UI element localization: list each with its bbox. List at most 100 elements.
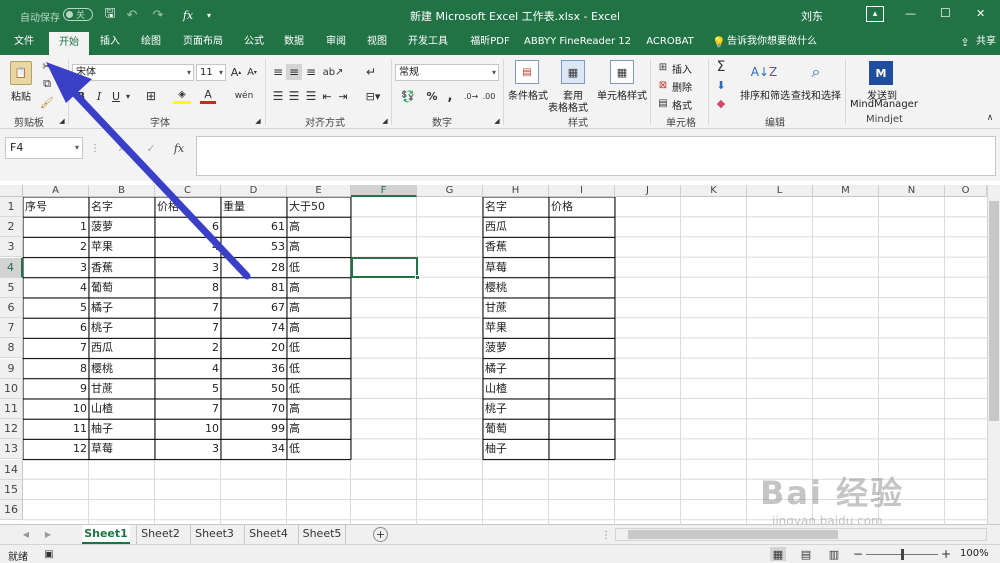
- table2-name-6[interactable]: 苹果: [483, 318, 549, 338]
- row-header-14[interactable]: 14: [0, 459, 23, 480]
- number-format-select[interactable]: 常规 ▾: [395, 64, 499, 81]
- page-layout-view-icon[interactable]: ▤: [798, 547, 814, 561]
- table1-cell-r9-c5[interactable]: 低: [287, 379, 351, 399]
- merge-center-icon[interactable]: ⊟▾: [363, 88, 383, 104]
- row-header-11[interactable]: 11: [0, 399, 23, 419]
- table1-cell-r8-c1[interactable]: 8: [23, 359, 89, 379]
- column-header-l[interactable]: L: [747, 185, 813, 197]
- align-top-icon[interactable]: ≡: [270, 64, 286, 80]
- table1-cell-r1-c1[interactable]: 1: [23, 217, 89, 237]
- selected-cell-F4[interactable]: [351, 257, 420, 280]
- phonetic-icon[interactable]: wén: [234, 88, 254, 104]
- table1-cell-r3-c1[interactable]: 3: [23, 258, 89, 278]
- table1-header-5[interactable]: 大于50: [287, 197, 351, 217]
- table1-cell-r12-c5[interactable]: 低: [287, 439, 351, 459]
- table1-cell-r5-c3[interactable]: 7: [155, 298, 221, 318]
- table1-cell-r5-c2[interactable]: 橘子: [89, 298, 155, 318]
- table1-header-3[interactable]: 价格: [155, 197, 221, 217]
- wrap-text-icon[interactable]: ↵: [363, 64, 379, 80]
- increase-font-icon[interactable]: A ▴: [229, 64, 243, 80]
- increase-decimal-icon[interactable]: .0→: [463, 88, 479, 104]
- underline-icon[interactable]: U: [109, 88, 123, 104]
- row-header-13[interactable]: 13: [0, 439, 23, 460]
- sheet-scroll-right-icon[interactable]: ▶: [42, 527, 54, 541]
- format-cells-button[interactable]: 格式: [672, 97, 692, 112]
- maximize-button[interactable]: ☐: [940, 6, 951, 20]
- share-icon[interactable]: ⇪: [958, 35, 972, 49]
- undo-icon[interactable]: ↶: [124, 7, 140, 23]
- function-icon[interactable]: fx: [180, 7, 196, 23]
- row-header-7[interactable]: 7: [0, 318, 23, 339]
- table2-name-7[interactable]: 菠萝: [483, 338, 549, 358]
- table2-header-1[interactable]: 名字: [483, 197, 549, 217]
- table1-cell-r6-c5[interactable]: 高: [287, 318, 351, 338]
- column-header-m[interactable]: M: [813, 185, 879, 197]
- table2-name-12[interactable]: 柚子: [483, 439, 549, 459]
- row-header-9[interactable]: 9: [0, 358, 23, 379]
- font-color-icon[interactable]: A: [200, 88, 216, 104]
- percent-icon[interactable]: %: [424, 88, 440, 104]
- font-size-select[interactable]: 11 ▾: [196, 64, 226, 81]
- conditional-format-button[interactable]: 条件格式: [508, 87, 548, 102]
- column-header-b[interactable]: B: [89, 185, 155, 197]
- table1-cell-r9-c2[interactable]: 甘蔗: [89, 379, 155, 399]
- table1-cell-r7-c2[interactable]: 西瓜: [89, 338, 155, 358]
- table2-name-2[interactable]: 香蕉: [483, 237, 549, 257]
- table2-name-8[interactable]: 橘子: [483, 359, 549, 379]
- table1-cell-r5-c1[interactable]: 5: [23, 298, 89, 318]
- table1-cell-r7-c5[interactable]: 低: [287, 338, 351, 358]
- row-header-16[interactable]: 16: [0, 500, 23, 520]
- mindmanager-icon[interactable]: M: [869, 61, 893, 85]
- font-name-select[interactable]: 宋体 ▾: [72, 64, 194, 81]
- zoom-level[interactable]: 100%: [960, 548, 989, 559]
- macro-record-icon[interactable]: ▣: [42, 547, 56, 561]
- table1-cell-r6-c1[interactable]: 6: [23, 318, 89, 338]
- tab-acrobat[interactable]: ACROBAT: [642, 30, 698, 55]
- sort-filter-button[interactable]: 排序和筛选: [740, 87, 790, 102]
- column-header-h[interactable]: H: [483, 185, 549, 197]
- tab-page-layout[interactable]: 页面布局: [177, 30, 229, 55]
- column-header-a[interactable]: A: [23, 185, 89, 197]
- tab-data[interactable]: 数据: [278, 30, 310, 55]
- align-right-icon[interactable]: ☰: [303, 88, 319, 104]
- column-header-j[interactable]: J: [615, 185, 681, 197]
- insert-cells-button[interactable]: 插入: [672, 61, 692, 76]
- zoom-in-icon[interactable]: +: [940, 547, 952, 561]
- number-launcher-icon[interactable]: ◢: [493, 117, 501, 125]
- insert-function-button[interactable]: fx: [170, 139, 188, 157]
- cancel-entry-icon[interactable]: ✕: [114, 139, 130, 157]
- table1-cell-r4-c3[interactable]: 8: [155, 278, 221, 298]
- name-box[interactable]: F4 ▾: [5, 137, 83, 159]
- format-cells-icon[interactable]: ▤: [656, 96, 670, 110]
- table1-cell-r7-c3[interactable]: 2: [155, 338, 221, 358]
- confirm-entry-icon[interactable]: ✓: [143, 139, 159, 157]
- table2-name-5[interactable]: 甘蔗: [483, 298, 549, 318]
- table1-cell-r11-c5[interactable]: 高: [287, 419, 351, 439]
- clear-icon[interactable]: ◆: [713, 95, 729, 111]
- cell-styles-button[interactable]: 单元格样式: [597, 87, 647, 102]
- table1-cell-r8-c2[interactable]: 樱桃: [89, 359, 155, 379]
- table1-cell-r3-c3[interactable]: 3: [155, 258, 221, 278]
- decrease-decimal-icon[interactable]: .00: [481, 88, 497, 104]
- page-break-view-icon[interactable]: ▥: [826, 547, 842, 561]
- row-header-4[interactable]: 4: [0, 257, 23, 278]
- sort-filter-icon[interactable]: A↓Z: [751, 60, 777, 84]
- row-header-5[interactable]: 5: [0, 277, 23, 298]
- align-center-icon[interactable]: ☰: [286, 88, 302, 104]
- table1-cell-r6-c3[interactable]: 7: [155, 318, 221, 338]
- table1-cell-r9-c3[interactable]: 5: [155, 379, 221, 399]
- tab-foxit-pdf[interactable]: 福昕PDF: [463, 30, 517, 55]
- tab-home[interactable]: 开始: [49, 32, 89, 55]
- table1-cell-r3-c4[interactable]: 28: [221, 258, 287, 278]
- align-left-icon[interactable]: ☰: [270, 88, 286, 104]
- increase-indent-icon[interactable]: ⇥: [336, 88, 350, 104]
- send-to-mindmanager-line2[interactable]: MindManager: [850, 99, 918, 110]
- clipboard-launcher-icon[interactable]: ◢: [58, 117, 66, 125]
- save-icon[interactable]: 🖫: [102, 6, 118, 23]
- fill-color-icon[interactable]: ◈: [173, 88, 191, 104]
- format-painter-icon[interactable]: 🖌: [40, 95, 54, 109]
- row-header-10[interactable]: 10: [0, 378, 23, 399]
- decrease-indent-icon[interactable]: ⇤: [320, 88, 334, 104]
- table1-cell-r12-c2[interactable]: 草莓: [89, 439, 155, 459]
- table1-cell-r4-c2[interactable]: 葡萄: [89, 278, 155, 298]
